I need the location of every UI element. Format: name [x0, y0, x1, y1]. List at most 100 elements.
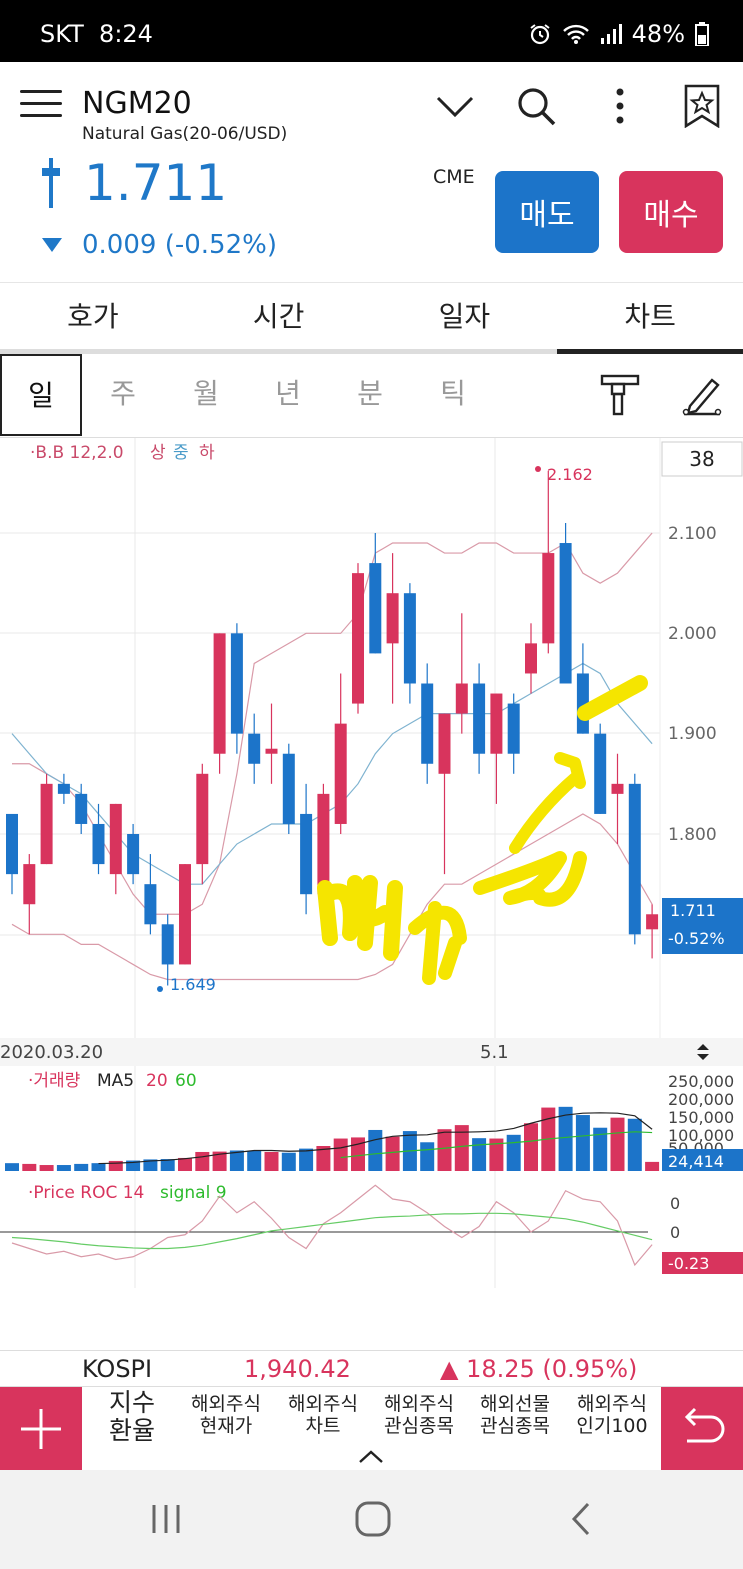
candle-body: [525, 643, 537, 674]
hamburger-menu-icon[interactable]: [20, 90, 62, 120]
nav-label: 해외주식: [288, 1393, 358, 1415]
status-left: SKT 8:24: [40, 20, 153, 48]
candle-body: [23, 864, 36, 905]
draw-pencil-icon[interactable]: [680, 372, 724, 418]
volume-bar: [506, 1134, 521, 1171]
down-triangle-icon: [42, 238, 62, 252]
symbol-code[interactable]: NGM20: [82, 86, 192, 121]
period-week[interactable]: 주: [82, 354, 164, 436]
candle-count: 38: [689, 447, 714, 471]
bookmark-star-icon[interactable]: [680, 84, 724, 128]
candle-body: [352, 573, 364, 704]
more-vertical-icon[interactable]: [598, 84, 642, 128]
low-label: 1.649: [170, 975, 216, 994]
nav-label: 환율: [108, 1416, 155, 1445]
volume-bar: [229, 1150, 244, 1171]
volume-bar: [264, 1151, 279, 1171]
volume-tick-label: 150,000: [668, 1108, 734, 1127]
volume-bar: [420, 1142, 435, 1171]
candle-body: [213, 633, 226, 754]
roc-last: -0.23: [668, 1254, 709, 1273]
candle-body: [265, 748, 278, 754]
nav-index-fx[interactable]: 지수 환율: [84, 1389, 180, 1445]
battery-percent: 48%: [631, 20, 685, 48]
tab-orderbook[interactable]: 호가: [0, 283, 186, 349]
tab-daily[interactable]: 일자: [372, 283, 558, 349]
system-nav-bar: [0, 1470, 743, 1569]
volume-bar: [610, 1117, 625, 1171]
price-tick-label: 1.800: [668, 825, 717, 845]
home-icon[interactable]: [354, 1500, 392, 1538]
chevron-up-icon[interactable]: [357, 1449, 385, 1465]
candle-body: [75, 793, 88, 824]
date-start: 2020.03.20: [0, 1042, 103, 1063]
add-menu-button[interactable]: [0, 1387, 82, 1471]
volume-bar: [281, 1152, 296, 1171]
nav-foreign-stock-top100[interactable]: 해외주식 인기100: [564, 1393, 660, 1437]
kospi-change: ▲ 18.25 (0.95%): [440, 1355, 638, 1383]
back-button[interactable]: [661, 1387, 743, 1471]
bb-legend-title: ·B.B 12,2.0: [30, 443, 124, 463]
candle-body: [559, 543, 572, 684]
nav-foreign-stock-price[interactable]: 해외주식 현재가: [178, 1393, 274, 1437]
nav-label: 인기100: [576, 1415, 648, 1437]
period-minute[interactable]: 분: [329, 354, 411, 436]
price-tick-label: 1.900: [668, 724, 717, 744]
candle-body: [421, 683, 434, 764]
volume-bar: [299, 1148, 314, 1171]
tab-chart[interactable]: 차트: [557, 283, 743, 354]
candle-body: [300, 813, 313, 895]
volume-bar: [74, 1163, 89, 1171]
last-change: -0.52%: [668, 929, 725, 948]
candle-body: [455, 683, 468, 714]
volume-bar: [627, 1118, 642, 1171]
sell-button[interactable]: 매도: [495, 171, 599, 253]
period-year[interactable]: 년: [247, 354, 329, 436]
low-marker: [157, 986, 163, 992]
volume-bar: [22, 1163, 37, 1171]
indicator-tool-icon[interactable]: [598, 372, 642, 418]
volume-bar: [39, 1165, 54, 1171]
candle-body: [646, 914, 659, 930]
chart-area[interactable]: ·B.B 12,2.0 상 중 하 38 2.100 2.000 1.900 1…: [0, 438, 743, 1350]
bb-legend-middle: 중: [173, 443, 189, 463]
candle-icon: [42, 158, 60, 208]
wifi-icon: [562, 24, 589, 44]
kospi-name: KOSPI: [82, 1355, 153, 1383]
volume-bar: [437, 1129, 452, 1171]
volume-bar: [91, 1163, 106, 1171]
candle-body: [179, 864, 191, 965]
volume-last: 24,414: [668, 1152, 724, 1171]
nav-foreign-futures-watchlist[interactable]: 해외선물 관심종목: [467, 1393, 563, 1437]
plus-icon: [21, 1409, 61, 1449]
period-day[interactable]: 일: [0, 354, 82, 436]
nav-label: 해외주식: [384, 1393, 454, 1415]
nav-foreign-stock-watchlist[interactable]: 해외주식 관심종목: [371, 1393, 467, 1437]
volume-bar: [368, 1129, 383, 1171]
roc-title: ·Price ROC 14: [28, 1183, 144, 1203]
exchange-label: CME: [433, 166, 475, 188]
recent-apps-icon[interactable]: [148, 1502, 184, 1536]
candle-body: [611, 783, 624, 794]
back-nav-icon[interactable]: [568, 1500, 594, 1538]
period-tick[interactable]: 틱: [412, 354, 494, 436]
high-label: 2.162: [547, 465, 593, 484]
nav-foreign-stock-chart[interactable]: 해외주식 차트: [275, 1393, 371, 1437]
date-axis: [0, 1038, 743, 1066]
price-tick-label: 2.100: [668, 524, 717, 544]
buy-button[interactable]: 매수: [619, 171, 723, 253]
search-icon[interactable]: [514, 84, 558, 128]
alarm-icon: [530, 24, 550, 45]
volume-ma60-label: 60: [175, 1071, 197, 1091]
period-month[interactable]: 월: [165, 354, 247, 436]
kospi-ticker[interactable]: KOSPI 1,940.42 ▲ 18.25 (0.95%): [0, 1350, 743, 1386]
nav-label: 지수: [108, 1388, 155, 1417]
candle-body: [334, 723, 347, 824]
tab-time[interactable]: 시간: [186, 283, 372, 349]
price-chart[interactable]: ·B.B 12,2.0 상 중 하 38 2.100 2.000 1.900 1…: [0, 438, 743, 1350]
chevron-down-icon[interactable]: [433, 84, 477, 128]
date-mid: 5.1: [480, 1042, 509, 1063]
nav-label: 현재가: [199, 1415, 253, 1437]
last-price: 1.711: [670, 901, 716, 920]
candle-body: [542, 553, 555, 644]
